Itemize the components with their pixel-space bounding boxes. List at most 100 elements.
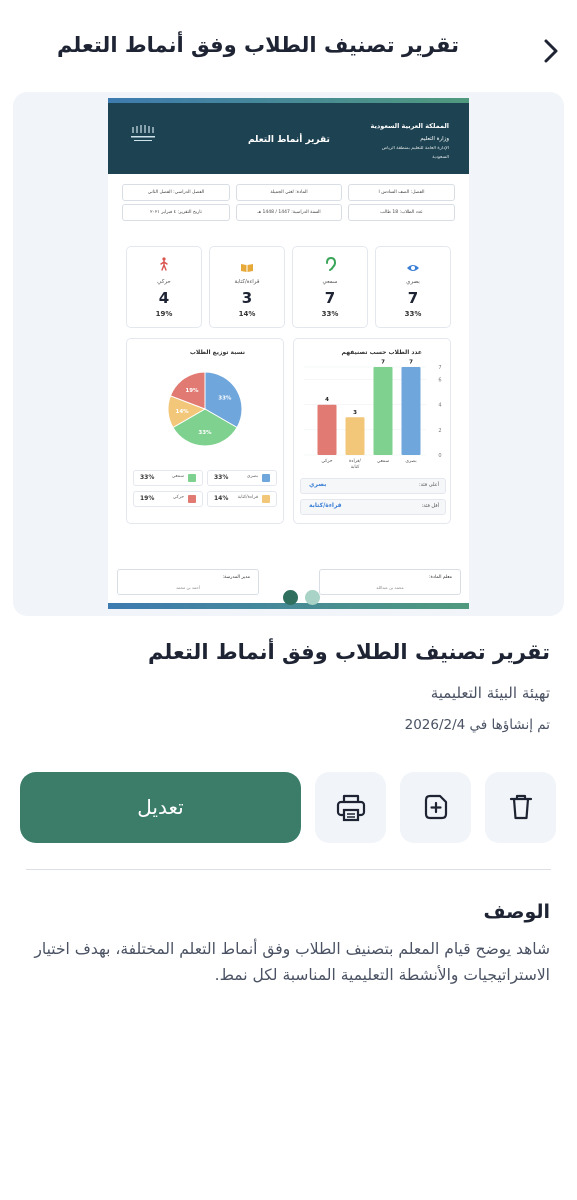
info-students: عدد الطلاب: 18 طالب (348, 204, 455, 221)
x-tick-label: بصري (405, 459, 416, 464)
info-subject: المادة: لغتي الجميلة (236, 184, 342, 201)
y-tick-label: 6 (438, 378, 441, 384)
legend-pct: 14% (214, 495, 229, 502)
legend-label: سمعي (171, 474, 184, 479)
bar (317, 404, 337, 455)
bar-value-label: 7 (409, 360, 413, 366)
printer-icon (335, 792, 367, 828)
top-bar: تقرير تصنيف الطلاب وفق أنماط التعلم (0, 0, 577, 92)
legend-swatch (262, 474, 270, 482)
lowest-value: قراءة/كتابة (309, 502, 342, 509)
eye-icon (406, 258, 420, 277)
book-icon (240, 258, 254, 277)
pie-slice-label: 14% (176, 409, 190, 415)
created-date: تم إنشاؤها في 2026/2/4 (404, 717, 550, 733)
chevron-right-icon[interactable] (537, 36, 563, 66)
x-tick-label: سمعي (377, 459, 390, 464)
principal-title: مدير المدرسة: (222, 575, 250, 580)
stat-card-visual: بصري 7 33% (375, 246, 451, 328)
x-tick-label: حركي (321, 458, 332, 464)
bar (345, 417, 365, 455)
ear-icon (324, 256, 337, 275)
copy-plus-icon (422, 793, 450, 825)
y-tick-label: 7 (438, 365, 441, 371)
bar-value-label: 4 (325, 397, 329, 403)
stat-percent: 19% (155, 310, 173, 318)
info-semester: الفصل الدراسي: الفصل الثاني (122, 184, 230, 201)
bar (401, 367, 421, 455)
highest-label: أعلى فئة: (418, 482, 439, 488)
y-tick-label: 0 (438, 453, 441, 459)
edit-button[interactable]: تعديل (20, 772, 301, 843)
print-button[interactable] (315, 772, 386, 843)
legend-visual: بصري 33% (207, 470, 277, 486)
y-tick-label: 2 (438, 428, 441, 434)
x-tick-label: قراءة/ (349, 458, 361, 464)
principal-name: أحمد بن محمد (176, 585, 200, 590)
legend-label: قراءة/كتابة (237, 495, 258, 500)
ministry-label: وزارة التعليم (420, 136, 449, 142)
header-accent-bar (108, 98, 469, 103)
stat-percent: 33% (404, 310, 422, 318)
legend-swatch (188, 474, 196, 482)
bar-value-label: 3 (353, 410, 357, 416)
stat-value: 7 (324, 289, 336, 307)
duplicate-button[interactable] (400, 772, 471, 843)
lowest-label: أقل فئة: (421, 503, 439, 509)
stat-value: 3 (241, 289, 253, 307)
stat-card-readwrite: قراءة/كتابة 3 14% (209, 246, 285, 328)
pie-chart: 33% 33% 14% 19% (167, 371, 243, 447)
category-label: تهيئة البيئة التعليمية (430, 684, 550, 702)
legend-pct: 33% (140, 474, 155, 481)
lowest-row: أقل فئة: قراءة/كتابة (300, 499, 446, 515)
legend-pct: 19% (140, 495, 155, 502)
x-tick-label: كتابة (351, 464, 360, 470)
ministry-logo (129, 123, 157, 143)
report-preview: المملكة العربية السعودية وزارة التعليم ا… (108, 98, 469, 609)
highest-row: أعلى فئة: بصري (300, 478, 446, 494)
trash-icon (508, 793, 534, 825)
pie-slice-label: 33% (218, 396, 232, 402)
teacher-signature: معلم المادة: محمد بن عبدالله (319, 569, 461, 595)
legend-kinesthetic: حركي 19% (133, 491, 203, 507)
page-title: تقرير تصنيف الطلاب وفق أنماط التعلم (56, 33, 459, 57)
legend-readwrite: قراءة/كتابة 14% (207, 491, 277, 507)
bar-chart-title: عدد الطلاب حسب تصنيفهم (341, 349, 422, 356)
pie-slice-label: 19% (185, 388, 199, 394)
stat-label: حركي (157, 279, 171, 285)
highest-value: بصري (309, 481, 327, 488)
kingdom-label: المملكة العربية السعودية (370, 122, 449, 130)
legend-swatch (262, 495, 270, 503)
stat-percent: 14% (238, 310, 256, 318)
report-title: تقرير أنماط التعلم (248, 135, 330, 145)
pie-chart-title: نسبة توزيع الطلاب (189, 349, 245, 356)
carousel-dot[interactable] (305, 590, 320, 605)
stat-card-kinesthetic: حركي 4 19% (126, 246, 202, 328)
teacher-name: محمد بن عبدالله (376, 585, 404, 590)
stat-percent: 33% (321, 310, 339, 318)
y-tick-label: 4 (438, 403, 441, 409)
stat-value: 4 (158, 289, 170, 307)
stat-label: قراءة/كتابة (234, 279, 260, 285)
bar-chart: 0 2 4 6 7 7 بصري 7 سمعي 3 قراءة/كتابة 4 حركي (304, 358, 442, 470)
description-text: شاهد يوضح قيام المعلم بتصنيف الطلاب وفق … (34, 940, 550, 984)
bar-chart-panel: عدد الطلاب حسب تصنيفهم 0 2 4 6 7 7 بصري 7 سمعي 3 ق… (293, 338, 451, 524)
pie-chart-panel: نسبة توزيع الطلاب 33% 33% 14% 19% بصري 33% … (126, 338, 284, 524)
report-name: تقرير تصنيف الطلاب وفق أنماط التعلم (147, 640, 550, 664)
stat-label: بصري (406, 279, 420, 285)
teacher-title: معلم المادة: (429, 575, 452, 580)
info-grade: الفصل: الصف السادس ا (348, 184, 455, 201)
info-date: تاريخ التقرير: ٤ فبراير ٢٠٢١ (122, 204, 230, 221)
bar-value-label: 7 (381, 360, 385, 366)
description-heading: الوصف (483, 901, 550, 923)
delete-button[interactable] (485, 772, 556, 843)
legend-pct: 33% (214, 474, 229, 481)
stat-card-auditory: سمعي 7 33% (292, 246, 368, 328)
bar (373, 367, 393, 455)
carousel-dot-active[interactable] (283, 590, 298, 605)
legend-label: بصري (246, 474, 258, 479)
stat-value: 7 (407, 289, 419, 307)
admin-label-2: السعودية (432, 155, 449, 160)
principal-signature: مدير المدرسة: أحمد بن محمد (117, 569, 259, 595)
legend-label: حركي (172, 495, 184, 500)
